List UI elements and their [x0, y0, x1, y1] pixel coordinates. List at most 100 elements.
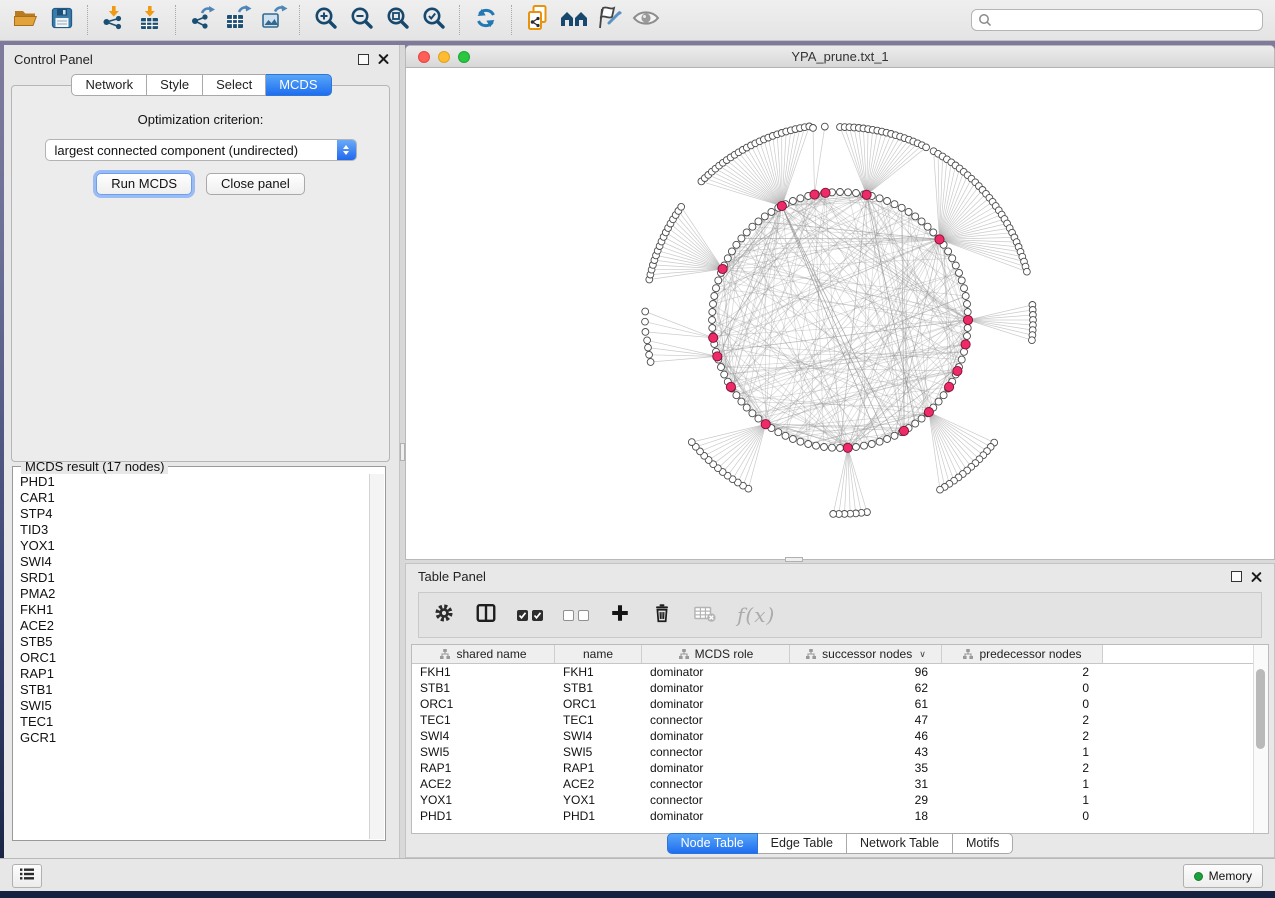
- zoom-selected-button[interactable]: [416, 3, 452, 37]
- mcds-result-item[interactable]: YOX1: [14, 538, 370, 554]
- table-row[interactable]: ORC1ORC1dominator610: [412, 696, 1268, 712]
- table-row[interactable]: TEC1TEC1connector472: [412, 712, 1268, 728]
- table-settings-button[interactable]: [433, 602, 455, 629]
- scrollbar-thumb[interactable]: [1256, 669, 1265, 749]
- zoom-fit-button[interactable]: [380, 3, 416, 37]
- tab-style[interactable]: Style: [147, 74, 203, 96]
- show-hide-button[interactable]: [628, 3, 664, 37]
- column-header-successor-nodes[interactable]: successor nodes ∨: [790, 645, 942, 663]
- table-cell: 2: [942, 761, 1103, 775]
- mcds-result-item[interactable]: STP4: [14, 506, 370, 522]
- mcds-result-item[interactable]: SRD1: [14, 570, 370, 586]
- mcds-result-item[interactable]: CAR1: [14, 490, 370, 506]
- attribute-type-icon: [678, 648, 690, 660]
- table-cell: connector: [642, 745, 790, 759]
- tab-edge-table[interactable]: Edge Table: [758, 833, 847, 854]
- export-image-button[interactable]: [256, 3, 292, 37]
- mcds-result-item[interactable]: PHD1: [14, 474, 370, 490]
- columns-icon: [475, 602, 497, 629]
- mcds-result-item[interactable]: GCR1: [14, 730, 370, 746]
- task-history-button[interactable]: [12, 864, 42, 888]
- table-row[interactable]: RAP1RAP1dominator352: [412, 760, 1268, 776]
- deselect-all-button[interactable]: [563, 610, 589, 621]
- close-panel-icon[interactable]: [1251, 571, 1262, 582]
- table-row[interactable]: SWI5SWI5connector431: [412, 744, 1268, 760]
- table-cell: 18: [790, 809, 942, 823]
- select-all-button[interactable]: [517, 610, 543, 621]
- minimize-window-icon[interactable]: [438, 51, 450, 63]
- table-cell: ORC1: [555, 697, 642, 711]
- tab-network-table[interactable]: Network Table: [847, 833, 953, 854]
- column-header-mcds-role[interactable]: MCDS role: [642, 645, 790, 663]
- delete-column-button[interactable]: [651, 602, 673, 629]
- float-panel-icon[interactable]: [358, 54, 369, 65]
- search-input[interactable]: [971, 9, 1263, 31]
- mcds-list-scrollbar[interactable]: [369, 474, 384, 839]
- mcds-result-item[interactable]: TID3: [14, 522, 370, 538]
- mcds-result-item[interactable]: RAP1: [14, 666, 370, 682]
- column-header-predecessor-nodes[interactable]: predecessor nodes: [942, 645, 1103, 663]
- table-row[interactable]: SWI4SWI4dominator462: [412, 728, 1268, 744]
- zoom-selected-icon: [421, 5, 447, 36]
- tab-motifs[interactable]: Motifs: [953, 833, 1013, 854]
- criterion-select[interactable]: largest connected component (undirected): [45, 139, 357, 161]
- close-panel-icon[interactable]: [378, 54, 389, 65]
- hide-labels-button[interactable]: [592, 3, 628, 37]
- new-network-from-selection-button[interactable]: [520, 3, 556, 37]
- export-network-icon: [189, 5, 216, 36]
- mcds-result-item[interactable]: ACE2: [14, 618, 370, 634]
- table-row[interactable]: STB1STB1dominator620: [412, 680, 1268, 696]
- table-cell: 61: [790, 697, 942, 711]
- mcds-result-item[interactable]: STB1: [14, 682, 370, 698]
- gear-icon: [433, 602, 455, 629]
- table-cell: 29: [790, 793, 942, 807]
- network-graph[interactable]: [406, 68, 1274, 560]
- zoom-in-button[interactable]: [308, 3, 344, 37]
- add-column-button[interactable]: [609, 602, 631, 629]
- column-header-shared-name[interactable]: shared name: [412, 645, 555, 663]
- memory-button[interactable]: Memory: [1183, 864, 1263, 888]
- close-panel-button[interactable]: Close panel: [206, 173, 305, 195]
- table-row[interactable]: FKH1FKH1dominator962: [412, 664, 1268, 680]
- tab-node-table[interactable]: Node Table: [667, 833, 758, 854]
- close-window-icon[interactable]: [418, 51, 430, 63]
- save-session-button[interactable]: [44, 3, 80, 37]
- float-panel-icon[interactable]: [1231, 571, 1242, 582]
- network-window-titlebar[interactable]: YPA_prune.txt_1: [406, 46, 1274, 68]
- tab-select[interactable]: Select: [203, 74, 266, 96]
- import-network-button[interactable]: [96, 3, 132, 37]
- table-row[interactable]: PHD1PHD1dominator180: [412, 808, 1268, 824]
- table-cell: connector: [642, 777, 790, 791]
- open-file-button[interactable]: [8, 3, 44, 37]
- node-table-body: FKH1FKH1dominator962STB1STB1dominator620…: [412, 664, 1268, 824]
- mcds-result-item[interactable]: SWI5: [14, 698, 370, 714]
- show-columns-button[interactable]: [475, 602, 497, 629]
- mcds-result-item[interactable]: SWI4: [14, 554, 370, 570]
- export-image-icon: [260, 5, 288, 36]
- export-table-button[interactable]: [220, 3, 256, 37]
- refresh-layout-button[interactable]: [468, 3, 504, 37]
- first-neighbors-button[interactable]: [556, 3, 592, 37]
- tab-network[interactable]: Network: [71, 74, 147, 96]
- table-row[interactable]: ACE2ACE2connector311: [412, 776, 1268, 792]
- tab-mcds[interactable]: MCDS: [266, 74, 331, 96]
- mcds-result-item[interactable]: PMA2: [14, 586, 370, 602]
- table-cell: ACE2: [412, 777, 555, 791]
- import-table-button[interactable]: [132, 3, 168, 37]
- refresh-icon: [473, 5, 499, 36]
- table-cell: 62: [790, 681, 942, 695]
- mcds-result-item[interactable]: ORC1: [14, 650, 370, 666]
- column-header-name[interactable]: name: [555, 645, 642, 663]
- splitter-handle[interactable]: [785, 557, 803, 562]
- zoom-out-button[interactable]: [344, 3, 380, 37]
- mcds-result-item[interactable]: TEC1: [14, 714, 370, 730]
- run-mcds-button[interactable]: Run MCDS: [96, 173, 192, 195]
- mcds-result-item[interactable]: FKH1: [14, 602, 370, 618]
- export-network-button[interactable]: [184, 3, 220, 37]
- mcds-result-list: PHD1CAR1STP4TID3YOX1SWI4SRD1PMA2FKH1ACE2…: [14, 474, 370, 839]
- table-row[interactable]: YOX1YOX1connector291: [412, 792, 1268, 808]
- table-cell: 0: [942, 697, 1103, 711]
- table-scrollbar[interactable]: [1253, 645, 1268, 833]
- maximize-window-icon[interactable]: [458, 51, 470, 63]
- mcds-result-item[interactable]: STB5: [14, 634, 370, 650]
